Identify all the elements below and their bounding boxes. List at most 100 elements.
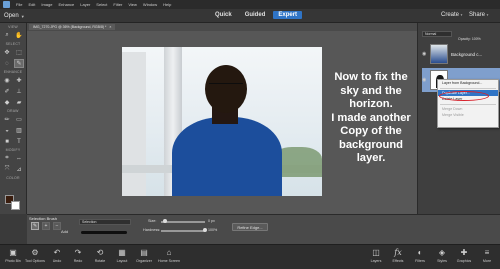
- close-icon[interactable]: ×: [109, 25, 111, 29]
- graphics-label: Graphics: [456, 259, 472, 263]
- effects-button[interactable]: fx Effects: [386, 247, 410, 263]
- menu-item-merge-visible: Merge Visible: [442, 113, 464, 118]
- move-tool-icon[interactable]: ✥: [2, 48, 12, 57]
- menu-view[interactable]: View: [128, 2, 137, 7]
- eye-icon[interactable]: ◉: [422, 77, 427, 83]
- undo-icon: ↶: [53, 248, 61, 257]
- subtract-selection-icon[interactable]: −: [53, 222, 61, 230]
- size-slider-handle[interactable]: [163, 219, 167, 223]
- text-tool-icon[interactable]: T: [14, 137, 24, 146]
- blur-tool-icon[interactable]: ◆: [2, 98, 12, 107]
- brush-preview[interactable]: [81, 231, 127, 234]
- tab-expert[interactable]: Expert: [273, 11, 303, 19]
- styles-label: Styles: [437, 259, 447, 263]
- gradient-tool-icon[interactable]: ▥: [14, 126, 24, 135]
- filters-label: Filters: [415, 259, 425, 263]
- share-label: Share: [469, 12, 486, 18]
- redo-icon: ↷: [74, 248, 82, 257]
- filters-button[interactable]: ◐ Filters: [408, 247, 432, 263]
- menu-image[interactable]: Image: [41, 2, 52, 7]
- menu-window[interactable]: Window: [143, 2, 157, 7]
- toolbox-section-enhance: ENHANCE: [3, 70, 23, 74]
- lasso-tool-icon[interactable]: ◌: [2, 59, 12, 68]
- more-button[interactable]: ≡ More: [475, 247, 499, 263]
- organizer-button[interactable]: ▤ Organizer: [132, 247, 156, 263]
- graphics-button[interactable]: ✚ Graphics: [452, 247, 476, 263]
- redo-button[interactable]: ↷ Redo: [66, 247, 90, 263]
- clone-stamp-tool-icon[interactable]: ⊥: [14, 87, 24, 96]
- styles-button[interactable]: ◈ Styles: [430, 247, 454, 263]
- content-aware-move-tool-icon[interactable]: ⤧: [2, 165, 12, 174]
- share-button[interactable]: Share▼: [469, 12, 489, 18]
- hand-tool-icon[interactable]: ✋: [14, 31, 24, 40]
- rotate-button[interactable]: ⟲ Rotate: [88, 247, 112, 263]
- more-label: More: [482, 259, 492, 263]
- photo-image: [122, 47, 322, 196]
- home-screen-label: Home Screen: [158, 259, 180, 263]
- chevron-down-icon: ▼: [486, 13, 489, 17]
- app-logo-icon: [3, 1, 10, 8]
- marquee-tool-icon[interactable]: ⬚: [14, 48, 24, 57]
- blend-mode-value: Normal: [425, 31, 437, 36]
- selection-brush-tool-icon[interactable]: ✎: [14, 59, 24, 68]
- create-button[interactable]: Create▼: [441, 12, 463, 18]
- layout-label: Layout: [116, 259, 128, 263]
- menu-help[interactable]: Help: [163, 2, 171, 7]
- refine-edge-button[interactable]: Refine Edge...: [232, 223, 268, 231]
- layer-row[interactable]: ◉ Background c...: [422, 42, 500, 66]
- layers-icon: ◫: [372, 248, 380, 257]
- size-slider[interactable]: [161, 221, 205, 223]
- spot-healing-tool-icon[interactable]: ✚: [14, 76, 24, 85]
- background-color-swatch[interactable]: [11, 201, 20, 210]
- zoom-tool-icon[interactable]: ⌕: [2, 31, 12, 40]
- menu-filter[interactable]: Filter: [113, 2, 122, 7]
- menu-enhance[interactable]: Enhance: [58, 2, 74, 7]
- opacity-control[interactable]: Opacity: 100%: [458, 37, 481, 41]
- recompose-tool-icon[interactable]: ⇔: [14, 154, 24, 163]
- document-tab[interactable]: IMG_7270.JPG @ 36% (Background, RGB/8) *…: [29, 24, 116, 30]
- tab-quick[interactable]: Quick: [210, 11, 237, 19]
- blend-mode-select[interactable]: Normal: [422, 30, 452, 37]
- hardness-slider[interactable]: [161, 230, 205, 232]
- chevron-down-icon: ▼: [460, 13, 463, 17]
- create-label: Create: [441, 12, 460, 18]
- tool-options-button[interactable]: ⚙ Tool Options: [23, 247, 47, 263]
- layout-button[interactable]: ▦ Layout: [110, 247, 134, 263]
- toolbox-section-select: SELECT: [5, 42, 21, 46]
- hardness-label: Hardness:: [143, 228, 161, 232]
- menu-layer[interactable]: Layer: [80, 2, 90, 7]
- shape-tool-icon[interactable]: ■: [2, 137, 12, 146]
- tool-options-icon: ⚙: [31, 248, 39, 257]
- document-tab-bar: IMG_7270.JPG @ 36% (Background, RGB/8) *…: [27, 23, 417, 31]
- eye-tool-icon[interactable]: ◉: [2, 76, 12, 85]
- photo-bin-icon: ▣: [9, 248, 17, 257]
- canvas-area[interactable]: Now to fix the sky and the horizon. I ma…: [27, 31, 417, 214]
- layout-icon: ▦: [118, 248, 126, 257]
- layers-button[interactable]: ◫ Layers: [364, 247, 388, 263]
- crop-tool-icon[interactable]: ⌗: [2, 154, 12, 163]
- menu-edit[interactable]: Edit: [28, 2, 35, 7]
- menu-item-layer-from-background[interactable]: Layer from Background...: [438, 80, 498, 87]
- eraser-tool-icon[interactable]: ▭: [14, 115, 24, 124]
- eye-icon[interactable]: ◉: [422, 51, 427, 57]
- effects-icon: fx: [394, 248, 402, 257]
- add-selection-icon[interactable]: +: [42, 222, 50, 230]
- open-button[interactable]: Open ▼: [4, 11, 25, 21]
- sponge-tool-icon[interactable]: ▰: [14, 98, 24, 107]
- menu-file[interactable]: File: [16, 2, 22, 7]
- hardness-value: 100%: [208, 228, 218, 232]
- brush-tool-icon[interactable]: ✏: [2, 115, 12, 124]
- menu-select[interactable]: Select: [96, 2, 107, 7]
- menu-bar: File Edit Image Enhance Layer Select Fil…: [0, 0, 500, 9]
- effects-label: Effects: [392, 259, 404, 263]
- hardness-slider-handle[interactable]: [203, 228, 207, 232]
- straighten-tool-icon[interactable]: ⊿: [14, 165, 24, 174]
- photo-bin-button[interactable]: ▣ Photo Bin: [1, 247, 25, 263]
- smart-brush-tool-icon[interactable]: ✐: [2, 87, 12, 96]
- selection-brush-mode-icon[interactable]: ✎: [31, 222, 39, 230]
- mode-select[interactable]: Selection: [79, 219, 131, 225]
- paint-bucket-tool-icon[interactable]: ◒: [2, 126, 12, 135]
- home-screen-button[interactable]: ⌂ Home Screen: [157, 247, 181, 263]
- tab-guided[interactable]: Guided: [240, 11, 271, 19]
- open-label: Open: [4, 13, 19, 19]
